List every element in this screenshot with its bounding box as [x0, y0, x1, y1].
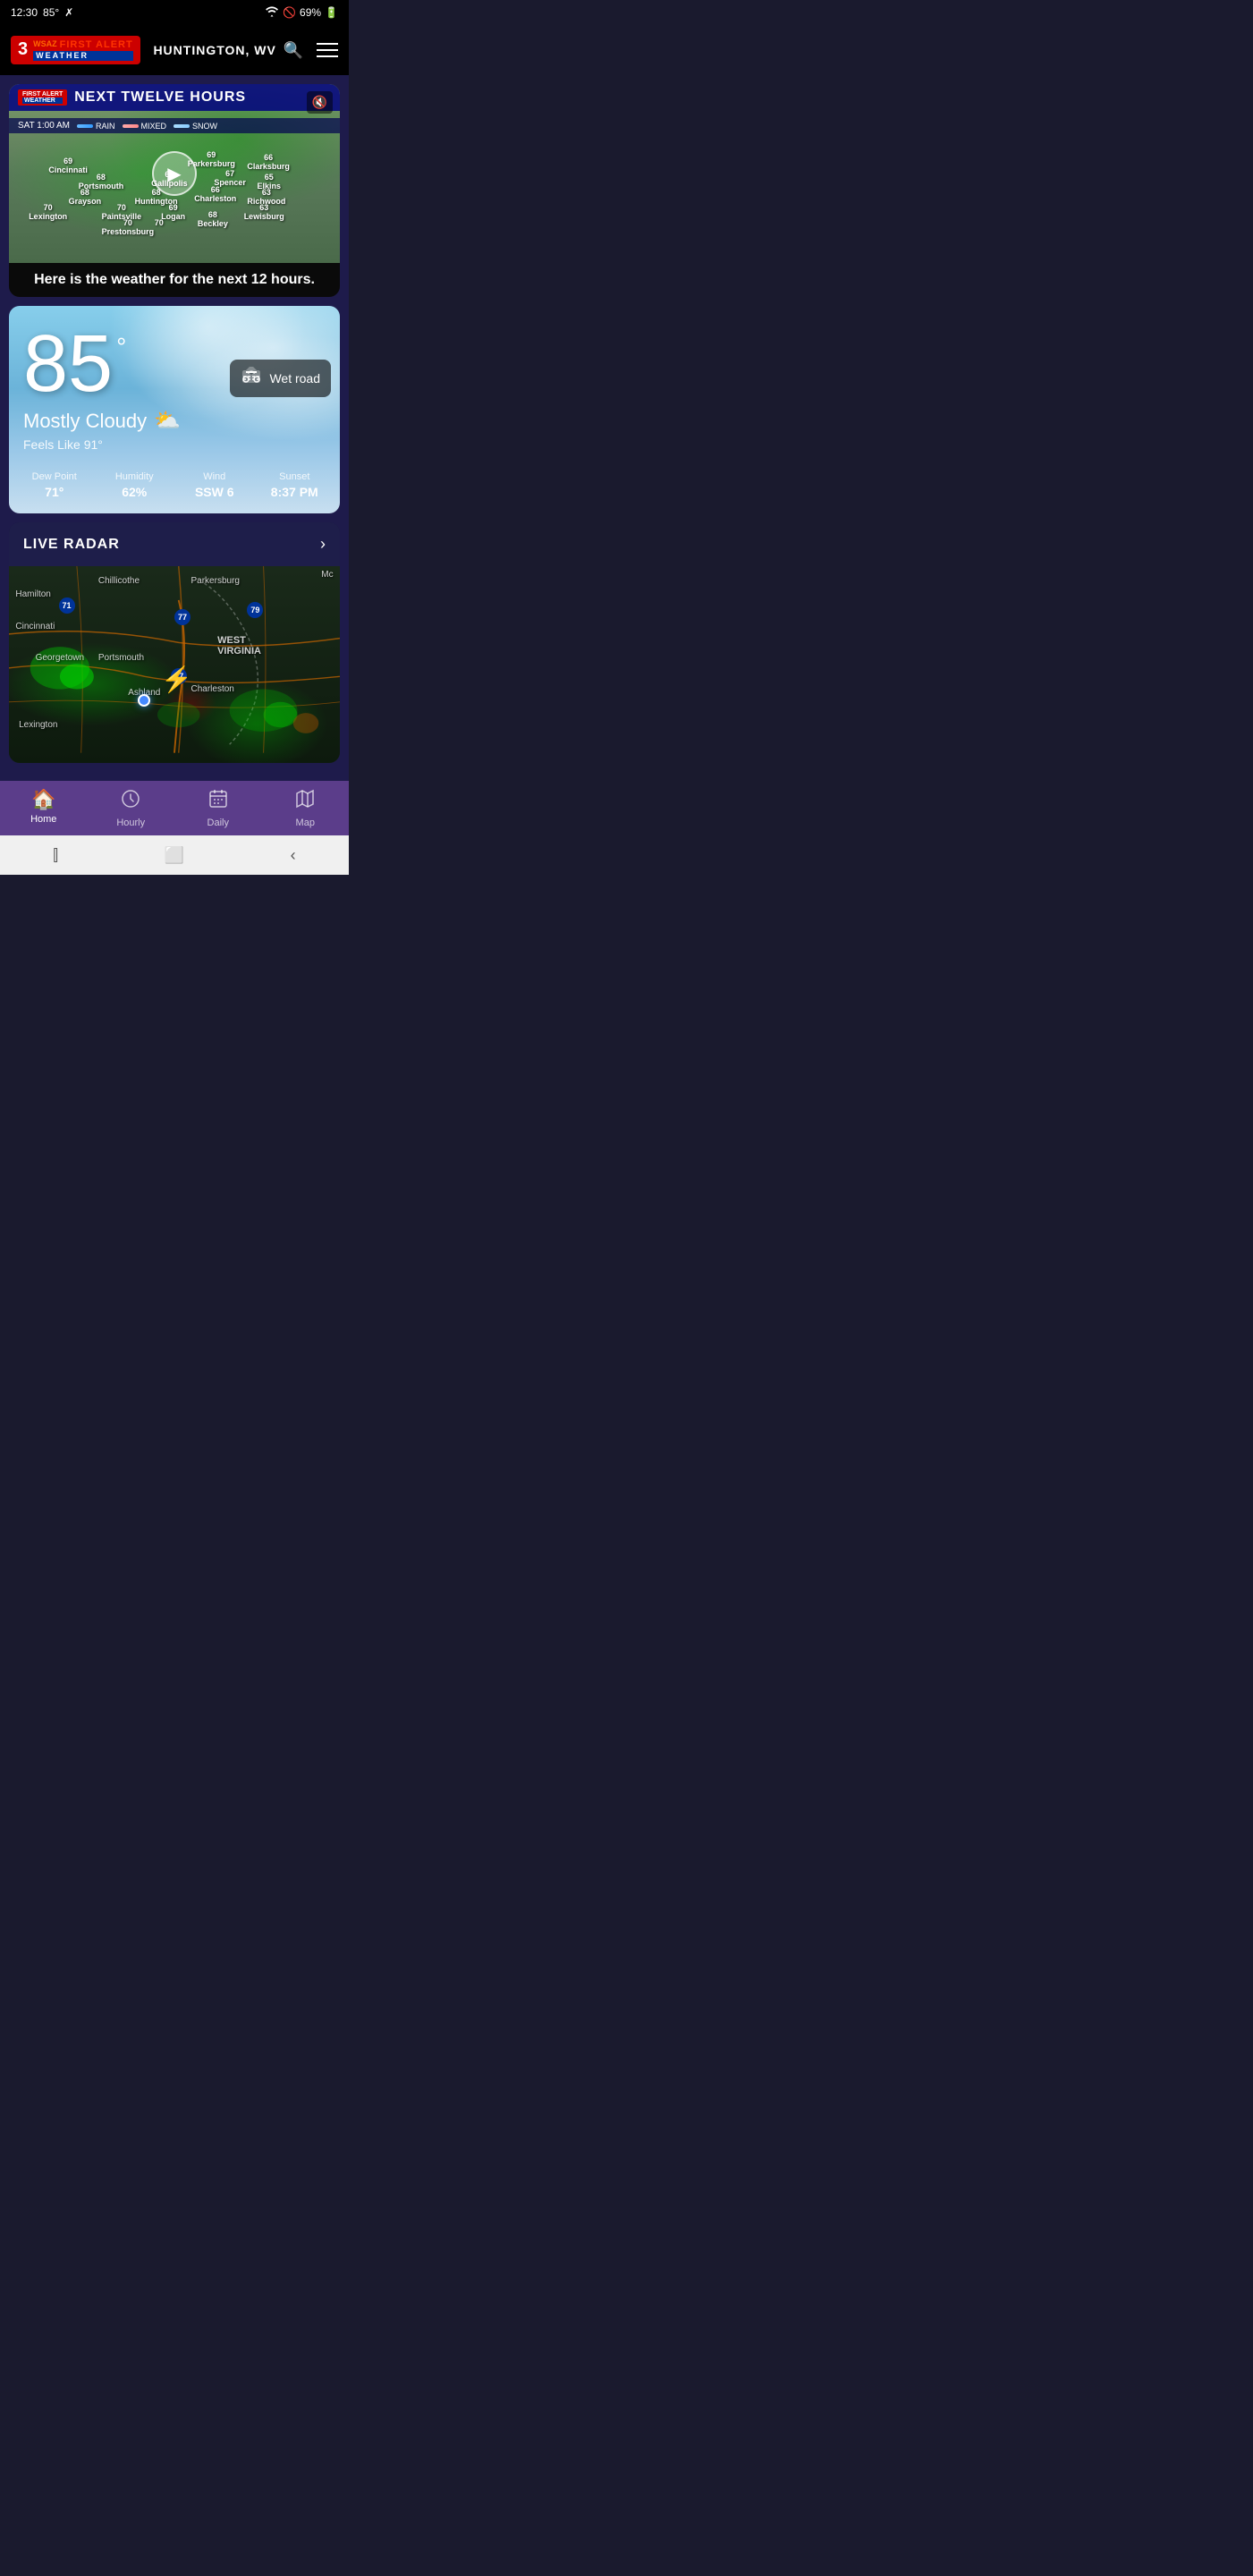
- nav-daily[interactable]: Daily: [174, 788, 262, 828]
- radar-hamilton: Hamilton: [15, 589, 50, 599]
- live-radar-title: LIVE RADAR: [23, 537, 120, 553]
- daily-icon: [207, 788, 229, 815]
- logo-weather: WEATHER: [33, 51, 133, 62]
- live-radar-card[interactable]: LIVE RADAR ›: [9, 522, 340, 763]
- legend-mixed: MIXED: [141, 122, 167, 131]
- weather-condition: Mostly Cloudy ⛅: [23, 408, 326, 434]
- radar-map[interactable]: Chillicothe Hamilton Parkersburg Cincinn…: [9, 566, 340, 763]
- do-not-disturb-icon: 🚫: [283, 6, 296, 19]
- condition-icon: ⛅: [154, 408, 181, 434]
- logo-number: 3: [18, 39, 28, 60]
- wifi-icon: [265, 6, 279, 20]
- recent-apps-button[interactable]: ⫿: [53, 846, 58, 865]
- city-lexington: 70Lexington: [29, 203, 67, 221]
- lightning-icon: ⚡: [161, 665, 192, 694]
- volume-icon[interactable]: 🔇: [307, 91, 333, 114]
- menu-button[interactable]: [317, 43, 338, 57]
- logo-alert: FIRST ALERT: [60, 39, 133, 50]
- radar-portsmouth: Portsmouth: [98, 653, 144, 663]
- city-grayson: 68Grayson: [69, 188, 102, 206]
- legend-snow: SNOW: [192, 122, 217, 131]
- status-bar: 12:30 85° ✗ 🚫 69% 🔋: [0, 0, 349, 25]
- legend-rain: RAIN: [96, 122, 115, 131]
- radar-chevron: ›: [320, 535, 326, 554]
- radar-west-virginia: WESTVIRGINIA: [217, 635, 261, 657]
- notification-icon: ✗: [64, 6, 73, 19]
- status-temp: 85°: [43, 6, 59, 19]
- weather-main: 85 ° Wet road Mostly Cloudy: [9, 306, 340, 461]
- radar-chillicothe: Chillicothe: [98, 576, 140, 586]
- app-header: 3 WSAZ FIRST ALERT WEATHER HUNTINGTON, W…: [0, 25, 349, 75]
- app-logo: 3 WSAZ FIRST ALERT WEATHER: [11, 36, 140, 65]
- battery-icon: 🔋: [325, 6, 338, 19]
- video-datetime: SAT 1:00 AM: [18, 121, 70, 131]
- wet-road-icon: [241, 367, 262, 390]
- logo-text-block: WSAZ FIRST ALERT WEATHER: [33, 39, 133, 62]
- video-date-row: SAT 1:00 AM RAIN MIXED SNOW: [9, 118, 340, 133]
- wet-road-badge: Wet road: [230, 360, 331, 397]
- video-title: NEXT TWELVE HOURS: [74, 89, 246, 106]
- status-time: 12:30: [11, 6, 38, 19]
- map-icon: [294, 788, 316, 815]
- weather-card: 85 ° Wet road Mostly Cloudy: [9, 306, 340, 513]
- city-charleston: 66Charleston: [194, 185, 236, 203]
- wet-road-label: Wet road: [269, 371, 320, 386]
- radar-charleston: Charleston: [191, 684, 234, 694]
- video-caption: Here is the weather for the next 12 hour…: [9, 263, 340, 297]
- home-label: Home: [30, 814, 56, 825]
- hourly-label: Hourly: [116, 818, 145, 828]
- feels-like: Feels Like 91°: [23, 437, 326, 452]
- live-radar-header[interactable]: LIVE RADAR ›: [9, 522, 340, 566]
- highway-79: 79: [247, 602, 263, 618]
- video-card: 69Cincinnati 69Parkersburg 66Clarksburg …: [9, 84, 340, 297]
- hourly-icon: [120, 788, 141, 815]
- highway-71: 71: [59, 597, 75, 614]
- play-button[interactable]: ▶: [152, 151, 197, 196]
- city-cincinnati: 69Cincinnati: [48, 157, 88, 174]
- search-button[interactable]: 🔍: [284, 41, 303, 60]
- condition-text: Mostly Cloudy: [23, 410, 147, 433]
- header-location: HUNTINGTON, WV 🔍: [153, 41, 303, 60]
- map-label: Map: [296, 818, 315, 828]
- city-logan: 69Logan: [161, 203, 185, 221]
- city-clarksburg: 66Clarksburg: [247, 153, 290, 171]
- radar-cincinnati: Cincinnati: [15, 622, 55, 631]
- daily-label: Daily: [207, 818, 229, 828]
- radar-parkersburg: Parkersburg: [191, 576, 240, 586]
- nav-map[interactable]: Map: [262, 788, 350, 828]
- city-lewisburg: 63Lewisburg: [244, 203, 284, 221]
- badge-weather: WEATHER: [22, 97, 63, 104]
- back-button[interactable]: ‹: [291, 846, 296, 865]
- video-overlay-header: FIRST ALERT WEATHER NEXT TWELVE HOURS: [9, 84, 340, 111]
- bottom-nav: 🏠 Home Hourly Daily: [0, 781, 349, 835]
- nav-home[interactable]: 🏠 Home: [0, 788, 88, 828]
- home-icon: 🏠: [31, 788, 55, 811]
- temperature-value: 85: [23, 324, 113, 404]
- city-spencer: 67Spencer: [214, 169, 246, 187]
- main-content: 69Cincinnati 69Parkersburg 66Clarksburg …: [0, 75, 349, 781]
- radar-mc: Mc: [321, 570, 333, 580]
- temperature-degree: °: [116, 333, 126, 361]
- radar-lexington: Lexington: [19, 720, 57, 730]
- home-button[interactable]: ⬜: [165, 846, 184, 865]
- badge-first-alert: FIRST ALERT: [22, 91, 63, 97]
- city-extra-70: 70: [155, 218, 164, 227]
- nav-hourly[interactable]: Hourly: [88, 788, 175, 828]
- battery-percent: 69%: [300, 6, 321, 19]
- video-container[interactable]: 69Cincinnati 69Parkersburg 66Clarksburg …: [9, 84, 340, 263]
- logo-wsaz: WSAZ: [33, 40, 57, 49]
- system-nav: ⫿ ⬜ ‹: [0, 835, 349, 875]
- city-beckley: 68Beckley: [198, 210, 228, 228]
- location-text: HUNTINGTON, WV: [153, 43, 275, 57]
- radar-georgetown: Georgetown: [36, 653, 84, 663]
- city-prestonsburg: 70Prestonsburg: [102, 218, 155, 236]
